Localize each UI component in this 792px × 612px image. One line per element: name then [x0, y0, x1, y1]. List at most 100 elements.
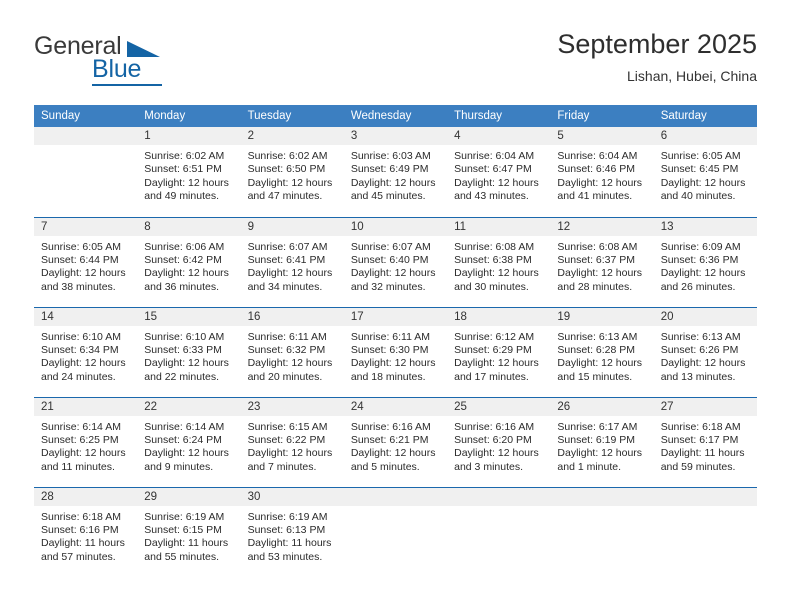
calendar-day-cell[interactable]: 12 Sunrise: 6:08 AM Sunset: 6:37 PM Dayligh… [550, 216, 654, 307]
calendar-day-cell[interactable]: 16 Sunrise: 6:11 AM Sunset: 6:32 PM Dayligh… [240, 306, 344, 397]
day-detail-line: and 45 minutes. [350, 190, 426, 203]
calendar-day-cell[interactable]: 29 Sunrise: 6:19 AM Sunset: 6:15 PM Dayligh… [137, 486, 241, 577]
day-number: 14 [34, 307, 138, 326]
day-detail-line: Daylight: 12 hours [350, 176, 436, 189]
title-block: September 2025 Lishan, Hubei, China [557, 28, 757, 86]
day-number: 6 [653, 127, 757, 145]
calendar-day-cell[interactable]: 15 Sunrise: 6:10 AM Sunset: 6:33 PM Dayligh… [137, 306, 241, 397]
calendar-day-cell[interactable]: 3 Sunrise: 6:03 AM Sunset: 6:49 PM Daylight… [343, 127, 448, 217]
calendar-day-cell[interactable]: 13 Sunrise: 6:09 AM Sunset: 6:36 PM Dayligh… [653, 216, 757, 307]
calendar-day-cell[interactable]: 2 Sunrise: 6:02 AM Sunset: 6:50 PM Daylight… [240, 127, 344, 217]
day-detail-line: Sunrise: 6:08 AM [557, 240, 638, 253]
day-detail-line: and 3 minutes. [454, 460, 524, 473]
day-detail-line: Sunset: 6:29 PM [454, 343, 532, 356]
day-detail-line: Sunset: 6:30 PM [350, 343, 429, 356]
calendar-day-cell[interactable]: 11 Sunrise: 6:08 AM Sunset: 6:38 PM Dayligh… [447, 216, 551, 307]
day-detail-line: Sunset: 6:25 PM [41, 433, 119, 446]
calendar-day-cell[interactable]: 10 Sunrise: 6:07 AM Sunset: 6:40 PM Dayligh… [343, 216, 448, 307]
calendar-day-cell[interactable]: 20 Sunrise: 6:13 AM Sunset: 6:26 PM Dayligh… [653, 306, 757, 397]
day-number: 17 [343, 307, 448, 326]
day-detail-line: Daylight: 12 hours [454, 357, 539, 370]
general-blue-logo[interactable]: General Blue [34, 32, 244, 88]
day-detail-line: and 40 minutes. [660, 190, 736, 203]
calendar-day-cell[interactable]: 30 Sunrise: 6:19 AM Sunset: 6:13 PM Dayligh… [240, 486, 344, 577]
day-number: 16 [240, 307, 344, 326]
day-details: Sunrise: 6:16 AM Sunset: 6:21 PM Daylight:… [344, 416, 447, 475]
day-details [34, 145, 137, 150]
day-detail-line: Sunrise: 6:03 AM [350, 150, 431, 162]
day-detail-line: Sunset: 6:33 PM [144, 343, 222, 356]
calendar-day-cell[interactable]: 27 Sunrise: 6:18 AM Sunset: 6:17 PM Dayligh… [653, 396, 757, 487]
calendar-day-cell[interactable]: 25 Sunrise: 6:16 AM Sunset: 6:20 PM Dayligh… [447, 396, 551, 487]
day-detail-line: Sunrise: 6:19 AM [144, 510, 225, 523]
day-detail-line: Sunrise: 6:10 AM [41, 330, 121, 343]
day-detail-line: Daylight: 11 hours [660, 447, 745, 460]
day-detail-line: Daylight: 12 hours [454, 176, 539, 189]
day-detail-line: and 59 minutes. [660, 460, 736, 473]
day-detail-line: and 22 minutes. [144, 370, 219, 383]
day-detail-line: and 5 minutes. [350, 460, 420, 473]
day-detail-line: Daylight: 12 hours [41, 357, 126, 370]
day-number: 12 [550, 217, 654, 236]
calendar-day-cell[interactable]: 9 Sunrise: 6:07 AM Sunset: 6:41 PM Daylight… [240, 216, 344, 307]
day-detail-line: Sunrise: 6:02 AM [144, 150, 225, 162]
day-detail-line: Daylight: 12 hours [660, 267, 746, 280]
calendar-week-row: 28 Sunrise: 6:18 AM Sunset: 6:16 PM Dayligh… [34, 486, 757, 577]
calendar-day-cell[interactable]: 1 Sunrise: 6:02 AM Sunset: 6:51 PM Daylight… [137, 127, 241, 217]
day-number: 9 [240, 217, 344, 236]
calendar-day-cell[interactable]: 26 Sunrise: 6:17 AM Sunset: 6:19 PM Dayligh… [550, 396, 654, 487]
day-number: 5 [550, 127, 654, 145]
calendar-day-cell[interactable]: 7 Sunrise: 6:05 AM Sunset: 6:44 PM Daylight… [34, 216, 138, 307]
day-details: Sunrise: 6:04 AM Sunset: 6:47 PM Daylight:… [447, 145, 550, 204]
calendar-day-cell[interactable]: 23 Sunrise: 6:15 AM Sunset: 6:22 PM Dayligh… [240, 396, 344, 487]
calendar-day-cell[interactable]: 18 Sunrise: 6:12 AM Sunset: 6:29 PM Dayligh… [447, 306, 551, 397]
day-detail-line: Sunrise: 6:14 AM [41, 420, 121, 433]
day-detail-line: Sunset: 6:37 PM [557, 253, 636, 266]
day-number: 28 [34, 487, 138, 506]
day-number: 2 [240, 127, 344, 145]
day-details: Sunrise: 6:02 AM Sunset: 6:50 PM Daylight:… [241, 145, 344, 204]
calendar-day-cell[interactable]: 14 Sunrise: 6:10 AM Sunset: 6:34 PM Dayligh… [34, 306, 138, 397]
day-detail-line: Daylight: 12 hours [454, 447, 539, 460]
calendar-day-cell[interactable]: 24 Sunrise: 6:16 AM Sunset: 6:21 PM Dayligh… [343, 396, 448, 487]
calendar-day-cell[interactable]: 8 Sunrise: 6:06 AM Sunset: 6:42 PM Daylight… [137, 216, 241, 307]
day-details: Sunrise: 6:03 AM Sunset: 6:49 PM Daylight:… [344, 145, 447, 204]
day-detail-line: Sunrise: 6:13 AM [660, 330, 741, 343]
day-detail-line: Daylight: 12 hours [660, 176, 746, 189]
day-detail-line: Daylight: 12 hours [247, 447, 333, 460]
day-detail-line: Sunrise: 6:19 AM [247, 510, 328, 523]
calendar-page: General Blue September 2025 Lishan, Hube… [0, 0, 792, 612]
day-detail-line: and 47 minutes. [247, 190, 323, 203]
day-number: 27 [653, 397, 757, 416]
day-details: Sunrise: 6:13 AM Sunset: 6:26 PM Daylight:… [654, 326, 757, 385]
day-detail-line: Sunset: 6:34 PM [41, 343, 119, 356]
calendar-day-cell[interactable]: 21 Sunrise: 6:14 AM Sunset: 6:25 PM Dayligh… [34, 396, 138, 487]
day-detail-line: Sunset: 6:44 PM [41, 253, 119, 266]
calendar-day-cell[interactable]: 19 Sunrise: 6:13 AM Sunset: 6:28 PM Dayligh… [550, 306, 654, 397]
day-details: Sunrise: 6:06 AM Sunset: 6:42 PM Daylight:… [137, 236, 240, 295]
day-detail-line: Daylight: 12 hours [557, 447, 643, 460]
day-number: 24 [343, 397, 448, 416]
day-detail-line: and 18 minutes. [350, 370, 426, 383]
day-number: 1 [137, 127, 241, 145]
day-detail-line: Sunrise: 6:04 AM [557, 150, 638, 162]
calendar-day-cell-empty [550, 486, 654, 577]
day-detail-line: Daylight: 12 hours [41, 447, 126, 460]
day-detail-line: Sunrise: 6:05 AM [660, 150, 741, 162]
calendar-day-cell[interactable]: 6 Sunrise: 6:05 AM Sunset: 6:45 PM Daylight… [653, 127, 757, 217]
calendar-header-row: Sunday Monday Tuesday Wednesday Thursday Frid… [34, 105, 757, 127]
day-detail-line: and 1 minute. [557, 460, 622, 473]
day-detail-line: Sunrise: 6:10 AM [144, 330, 225, 343]
day-number: 18 [447, 307, 551, 326]
calendar-day-cell[interactable]: 28 Sunrise: 6:18 AM Sunset: 6:16 PM Dayligh… [34, 486, 138, 577]
calendar-day-cell[interactable]: 4 Sunrise: 6:04 AM Sunset: 6:47 PM Daylight… [447, 127, 551, 217]
day-details: Sunrise: 6:07 AM Sunset: 6:40 PM Daylight:… [344, 236, 447, 295]
day-detail-line: and 15 minutes. [557, 370, 633, 383]
calendar-day-cell[interactable]: 22 Sunrise: 6:14 AM Sunset: 6:24 PM Dayligh… [137, 396, 241, 487]
calendar-day-cell[interactable]: 17 Sunrise: 6:11 AM Sunset: 6:30 PM Dayligh… [343, 306, 448, 397]
calendar-day-cell[interactable]: 5 Sunrise: 6:04 AM Sunset: 6:46 PM Daylight… [550, 127, 654, 217]
weekday-header-friday: Friday [550, 105, 654, 127]
day-detail-line: Sunrise: 6:06 AM [144, 240, 225, 253]
day-detail-line: Sunrise: 6:08 AM [454, 240, 535, 253]
day-detail-line: Daylight: 12 hours [350, 267, 436, 280]
